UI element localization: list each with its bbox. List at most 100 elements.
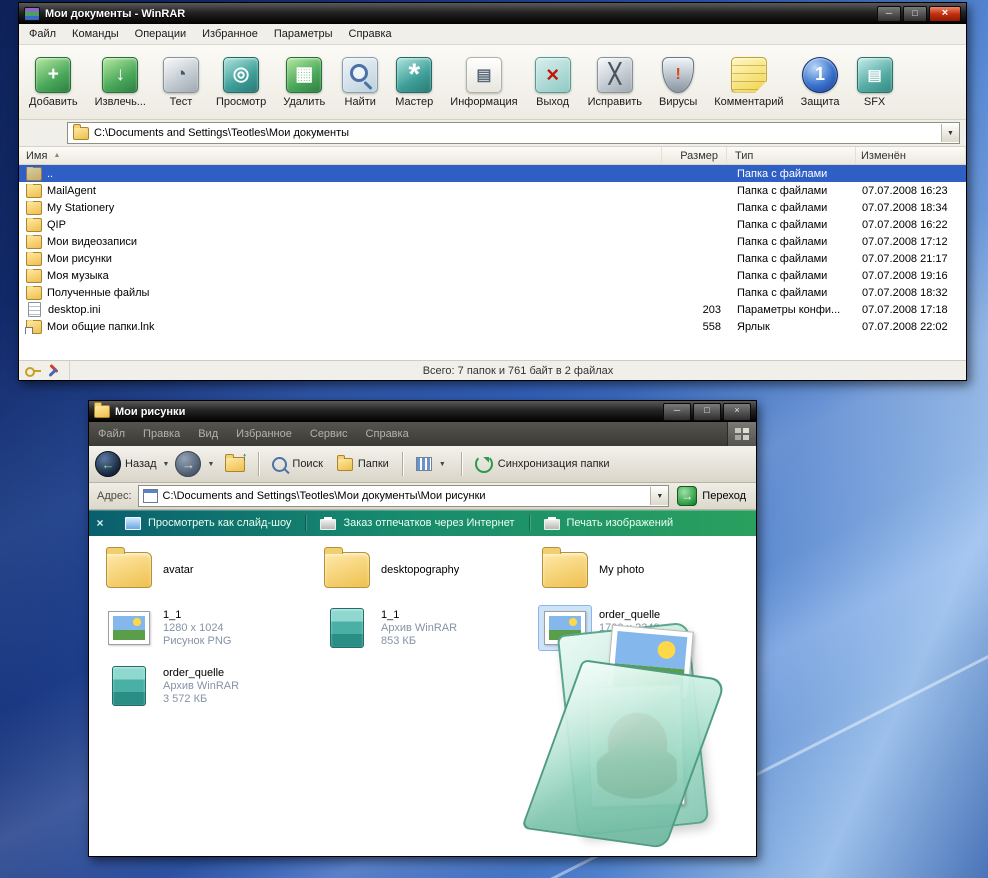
- file-tile[interactable]: desktopography: [319, 546, 537, 594]
- winrar-tool-exit[interactable]: ×Выход: [528, 54, 578, 111]
- tasks-close-icon[interactable]: ×: [89, 516, 111, 530]
- task-print[interactable]: Печать изображений: [530, 516, 688, 530]
- file-modified: 07.07.2008 21:17: [857, 253, 966, 265]
- winrar-tool-delete[interactable]: ▦Удалить: [276, 54, 332, 111]
- key-icon[interactable]: [25, 366, 41, 376]
- search-icon: [272, 457, 287, 472]
- file-row[interactable]: QIPПапка с файлами07.07.2008 16:22: [19, 216, 966, 233]
- file-tile[interactable]: avatar: [101, 546, 319, 594]
- file-tile[interactable]: order_quelleАрхив WinRAR3 572 КБ: [101, 662, 319, 710]
- file-tile-icon-wrap: [103, 606, 155, 650]
- winrar-titlebar[interactable]: Мои документы - WinRAR ─ □ ×: [19, 3, 966, 24]
- sync-button[interactable]: Синхронизация папки: [470, 455, 615, 473]
- winrar-tool-extract[interactable]: ↓Извлечь...: [88, 54, 153, 111]
- maximize-button[interactable]: □: [693, 403, 721, 421]
- task-label: Печать изображений: [567, 517, 674, 529]
- minimize-button[interactable]: ─: [663, 403, 691, 421]
- winrar-tool-repair[interactable]: ╳Исправить: [581, 54, 649, 111]
- task-print-order[interactable]: Заказ отпечатков через Интернет: [306, 516, 528, 530]
- column-header-name[interactable]: Имя ▲: [19, 147, 662, 164]
- close-button[interactable]: ×: [929, 6, 961, 22]
- explorer-menu-item[interactable]: Правка: [134, 426, 189, 442]
- views-dropdown-icon[interactable]: ▼: [437, 461, 448, 468]
- file-tile[interactable]: 1_1Архив WinRAR853 КБ: [319, 604, 537, 652]
- explorer-menu-item[interactable]: Сервис: [301, 426, 357, 442]
- address-dropdown-button[interactable]: ▼: [650, 487, 668, 505]
- tool-label: Информация: [450, 96, 517, 108]
- wrench-icon[interactable]: [47, 365, 60, 377]
- file-row[interactable]: MailAgentПапка с файлами07.07.2008 16:23: [19, 182, 966, 199]
- search-button[interactable]: Поиск: [267, 457, 327, 472]
- forward-dropdown-icon[interactable]: ▼: [205, 461, 216, 468]
- folder-icon: [26, 252, 42, 266]
- forward-button[interactable]: → ▼: [175, 451, 216, 477]
- winrar-tool-find[interactable]: Найти: [335, 54, 385, 111]
- winrar-menu-item[interactable]: Избранное: [194, 26, 266, 42]
- winrar-tool-protect[interactable]: 1Защита: [794, 54, 847, 111]
- virus-shield-icon: !: [662, 57, 694, 93]
- comment-icon: [731, 57, 767, 93]
- back-dropdown-icon[interactable]: ▼: [161, 461, 172, 468]
- winrar-tool-test[interactable]: ◔Тест: [156, 54, 206, 111]
- file-tile-text: avatar: [163, 564, 194, 576]
- explorer-menu-item[interactable]: Вид: [189, 426, 227, 442]
- column-header-size[interactable]: Размер: [662, 147, 727, 164]
- explorer-menu-item[interactable]: Справка: [357, 426, 418, 442]
- minimize-button[interactable]: ─: [877, 6, 901, 22]
- winrar-menu-item[interactable]: Операции: [127, 26, 194, 42]
- file-name-cell: QIP: [19, 218, 665, 232]
- close-button[interactable]: ×: [723, 403, 751, 421]
- file-tile-detail: 853 КБ: [381, 635, 457, 647]
- winrar-tool-add-archive[interactable]: +Добавить: [22, 54, 85, 111]
- file-row[interactable]: Мои видеозаписиПапка с файлами07.07.2008…: [19, 233, 966, 250]
- winrar-menu-item[interactable]: Команды: [64, 26, 127, 42]
- file-row[interactable]: desktop.ini203Параметры конфи...07.07.20…: [19, 301, 966, 318]
- file-modified: 07.07.2008 18:32: [857, 287, 966, 299]
- explorer-menu-item[interactable]: Файл: [89, 426, 134, 442]
- file-row[interactable]: Мои рисункиПапка с файлами07.07.2008 21:…: [19, 250, 966, 267]
- winrar-tool-view[interactable]: ◎Просмотр: [209, 54, 273, 111]
- test-icon: ◔: [163, 57, 199, 93]
- my-pictures-large-icon[interactable]: [547, 628, 737, 848]
- back-button[interactable]: ← Назад ▼: [95, 451, 171, 477]
- file-tile[interactable]: 1_11280 x 1024Рисунок PNG: [101, 604, 319, 652]
- explorer-titlebar[interactable]: Мои рисунки ─ □ ×: [89, 401, 756, 422]
- up-button[interactable]: [220, 457, 250, 472]
- file-row[interactable]: Мои общие папки.lnk558Ярлык07.07.2008 22…: [19, 318, 966, 335]
- search-label: Поиск: [292, 458, 322, 470]
- file-row[interactable]: Моя музыкаПапка с файлами07.07.2008 19:1…: [19, 267, 966, 284]
- file-name-cell: Мои видеозаписи: [19, 235, 665, 249]
- task-slideshow[interactable]: Просмотреть как слайд-шоу: [111, 517, 305, 530]
- file-row[interactable]: ..Папка с файлами: [19, 165, 966, 182]
- winrar-address-row: C:\Documents and Settings\Teotles\Мои до…: [19, 120, 966, 147]
- file-row[interactable]: Полученные файлыПапка с файлами07.07.200…: [19, 284, 966, 301]
- file-type: Параметры конфи...: [729, 304, 857, 316]
- maximize-button[interactable]: □: [903, 6, 927, 22]
- column-header-type[interactable]: Тип: [727, 147, 856, 164]
- go-button[interactable]: → Переход: [675, 486, 748, 506]
- file-type: Папка с файлами: [729, 253, 857, 265]
- winrar-menu-item[interactable]: Справка: [341, 26, 400, 42]
- address-dropdown-button[interactable]: ▼: [941, 124, 959, 142]
- winrar-tool-virus-shield[interactable]: !Вирусы: [652, 54, 704, 111]
- winrar-tool-info[interactable]: ▤Информация: [443, 54, 524, 111]
- delete-icon: ▦: [286, 57, 322, 93]
- winrar-statusbar: Всего: 7 папок и 761 байт в 2 файлах: [19, 360, 966, 380]
- file-row[interactable]: My StationeryПапка с файлами07.07.2008 1…: [19, 199, 966, 216]
- file-tile-name: avatar: [163, 564, 194, 576]
- winrar-tool-comment[interactable]: Комментарий: [707, 54, 790, 111]
- explorer-address-bar[interactable]: C:\Documents and Settings\Teotles\Мои до…: [138, 485, 670, 507]
- explorer-menu-item[interactable]: Избранное: [227, 426, 301, 442]
- winrar-menu-item[interactable]: Параметры: [266, 26, 341, 42]
- column-header-modified[interactable]: Изменён: [856, 147, 966, 164]
- file-tile-text: My photo: [599, 564, 644, 576]
- winrar-address-bar[interactable]: C:\Documents and Settings\Teotles\Мои до…: [67, 122, 960, 144]
- tool-label: Найти: [345, 96, 376, 108]
- winrar-menu-item[interactable]: Файл: [21, 26, 64, 42]
- file-tile[interactable]: My photo: [537, 546, 756, 594]
- folders-button[interactable]: Папки: [332, 458, 394, 471]
- views-button[interactable]: ▼: [411, 457, 453, 471]
- winrar-tool-wizard[interactable]: *Мастер: [388, 54, 440, 111]
- desktop: Мои документы - WinRAR ─ □ × ФайлКоманды…: [0, 0, 988, 878]
- winrar-tool-sfx[interactable]: ▤SFX: [850, 54, 900, 111]
